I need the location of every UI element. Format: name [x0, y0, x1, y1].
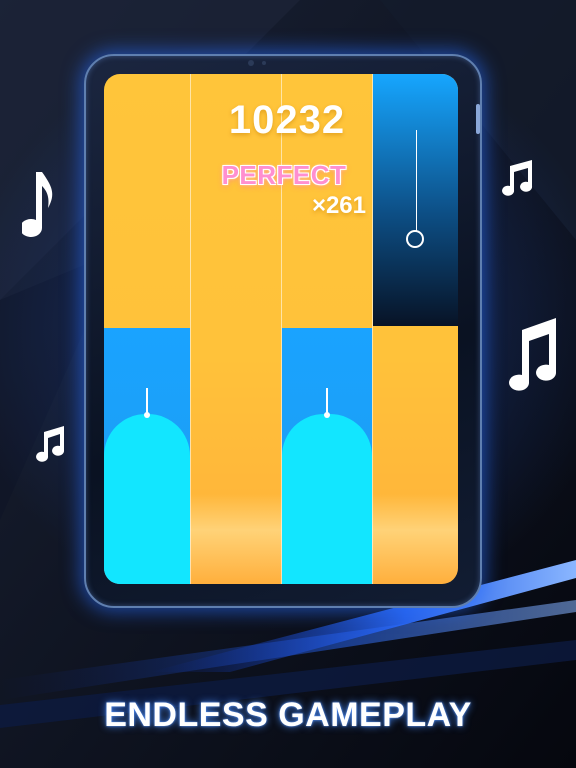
hold-tile-dome: [104, 414, 190, 584]
camera-sensor: [262, 61, 266, 65]
long-tile-track: [415, 130, 417, 232]
perfect-label: PERFECT: [221, 160, 347, 190]
music-note-icon: [22, 172, 53, 237]
hold-tile-lane-1[interactable]: [104, 328, 190, 584]
hold-tile-knob: [324, 412, 330, 418]
hold-tile-lane-3[interactable]: [282, 328, 372, 584]
music-notes-icon: [509, 318, 557, 391]
music-notes-icon: [502, 160, 533, 196]
camera: [248, 60, 254, 66]
hold-tile-knob: [144, 412, 150, 418]
score-counter: 10232: [228, 98, 346, 142]
music-notes-icon: [36, 426, 65, 462]
promo-headline: ENDLESS GAMEPLAY: [104, 696, 472, 734]
game-screen[interactable]: 10232 PERFECT ×261: [104, 74, 458, 584]
hold-tile-dome: [282, 414, 372, 584]
long-tile-lane-4[interactable]: [373, 74, 458, 326]
lane-divider: [190, 74, 191, 584]
long-tile-ring: [406, 230, 424, 248]
side-button: [476, 104, 480, 134]
combo-counter: ×261: [311, 192, 366, 219]
